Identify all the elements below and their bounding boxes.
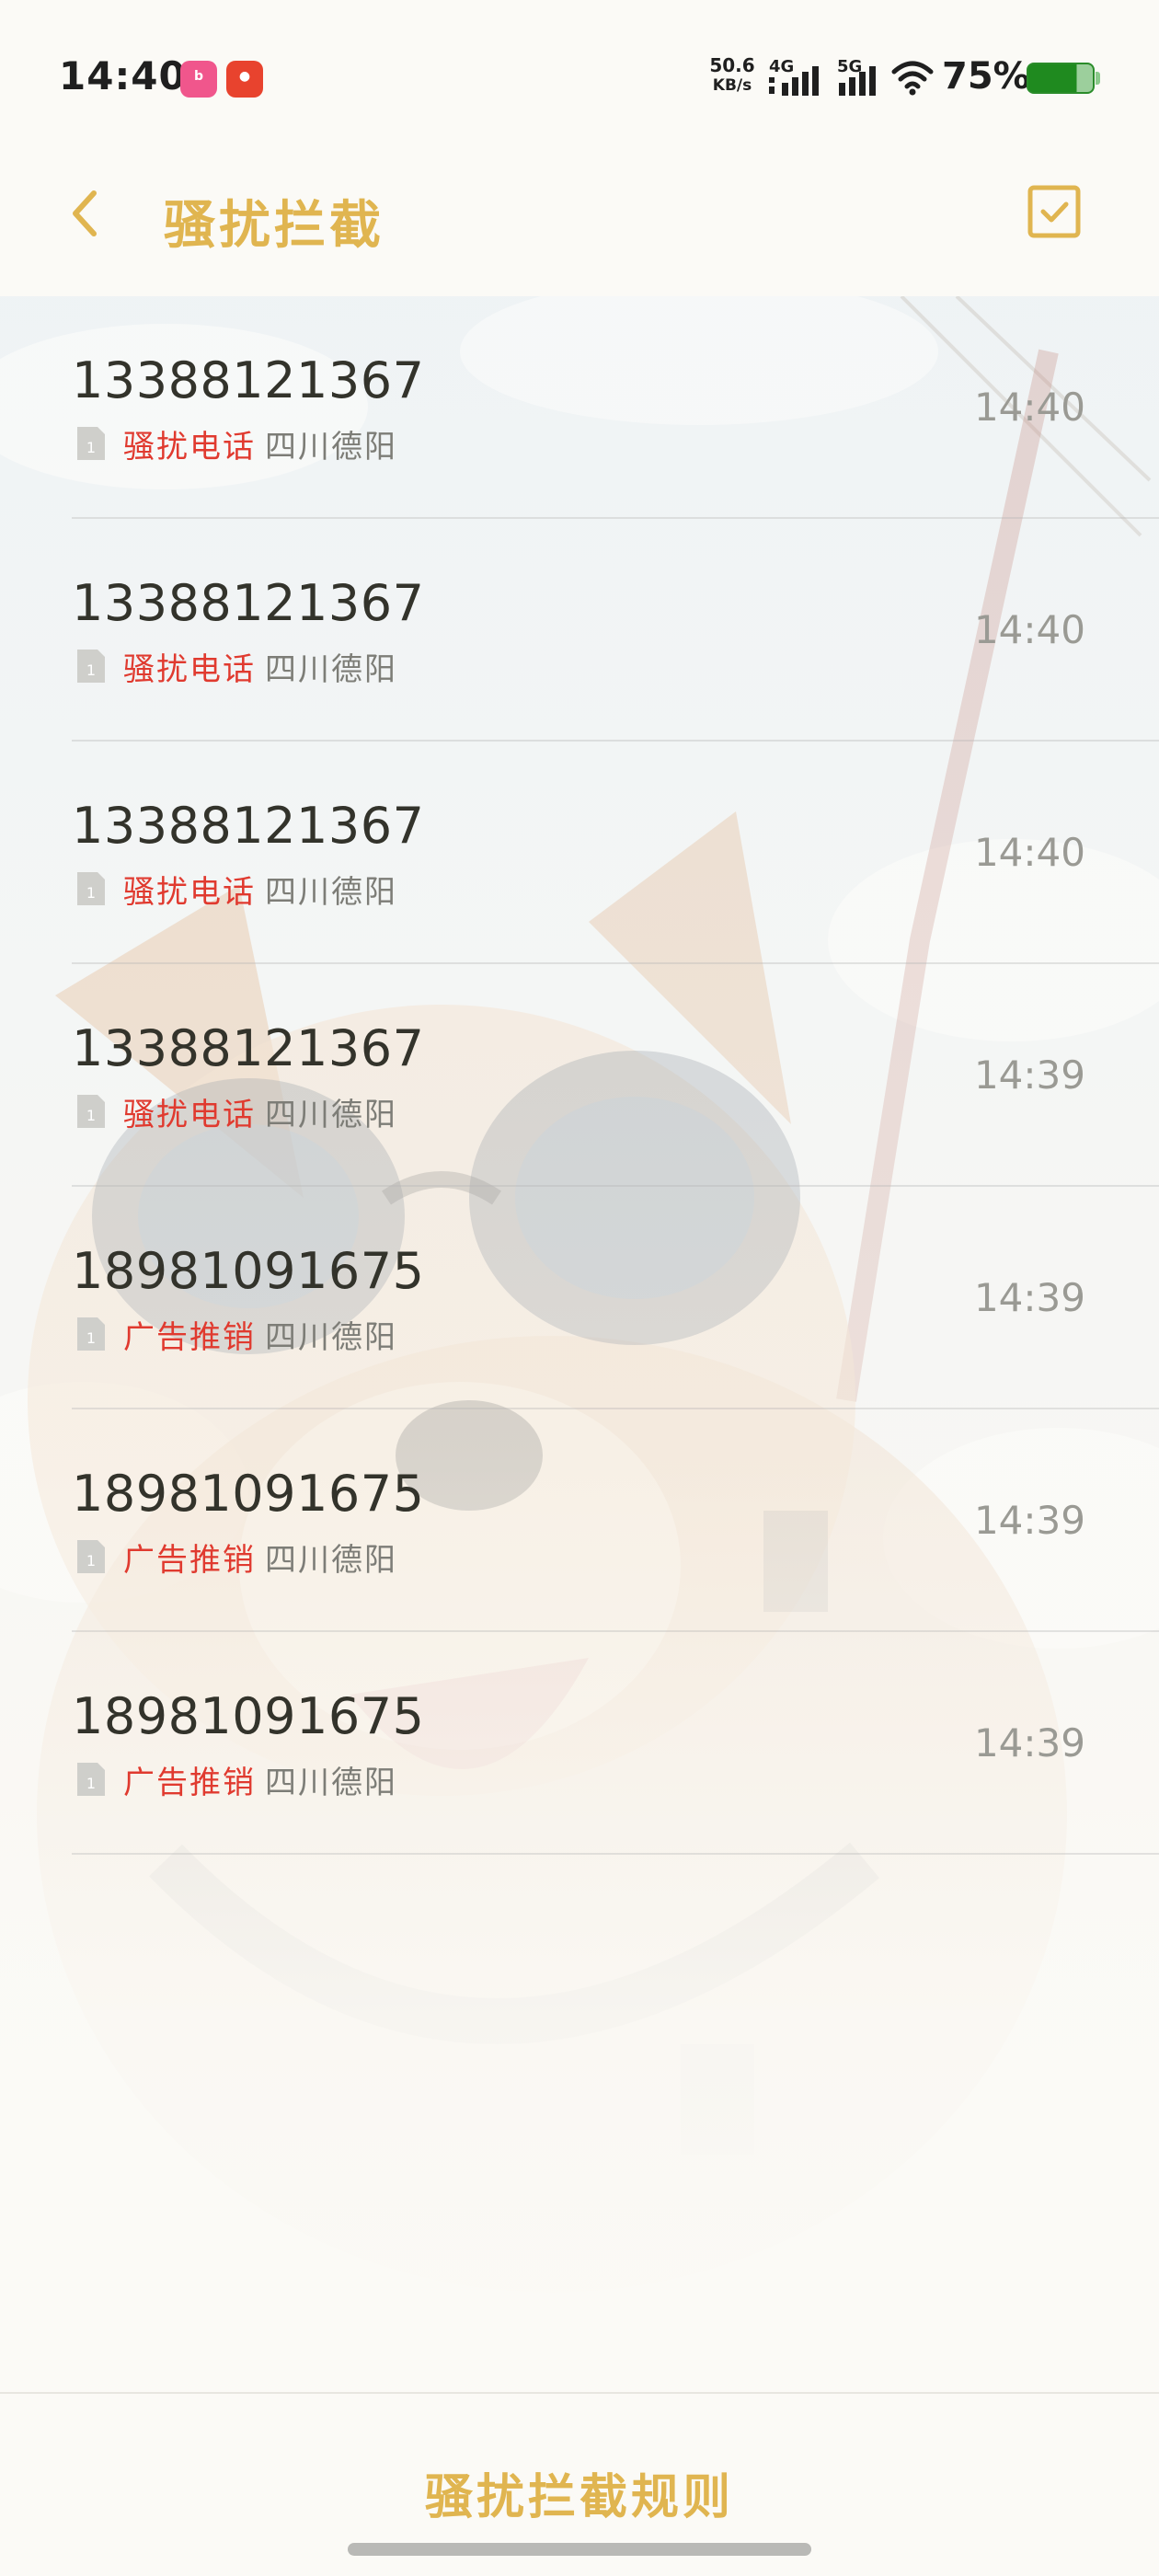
phone-number: 13388121367 (72, 574, 425, 632)
call-tag: 骚扰电话 (123, 874, 256, 911)
checkbox-icon (1027, 185, 1081, 238)
sim-card-icon: 1 (77, 1317, 105, 1351)
sim2-signal-icon (839, 66, 876, 96)
sim-slot-number: 1 (86, 1552, 96, 1570)
call-time: 14:40 (973, 385, 1085, 430)
home-indicator[interactable] (348, 2543, 811, 2556)
red-app-icon: ● (226, 61, 263, 98)
status-time: 14:40 (59, 53, 187, 98)
call-tag: 广告推销 (123, 1765, 256, 1801)
sim-card-icon: 1 (77, 650, 105, 683)
battery-percent: 75% (942, 55, 1030, 98)
call-time: 14:39 (973, 1720, 1085, 1765)
call-location: 四川德阳 (265, 874, 397, 911)
battery-nub (1096, 72, 1100, 85)
sim-card-icon: 1 (77, 1540, 105, 1573)
call-list-item[interactable]: 18981091675 1 广告推销 四川德阳 14:39 (0, 1409, 1159, 1632)
bilibili-app-icon: b (180, 61, 217, 98)
call-list-item[interactable]: 13388121367 1 骚扰电话 四川德阳 14:39 (0, 964, 1159, 1187)
network-speed: 50.6 KB/s (706, 55, 758, 96)
network-speed-unit: KB/s (712, 76, 752, 95)
call-tag: 广告推销 (123, 1319, 256, 1356)
call-list-item[interactable]: 18981091675 1 广告推销 四川德阳 14:39 (0, 1632, 1159, 1855)
bottom-bar: 骚扰拦截规则 (0, 2392, 1159, 2576)
sim-slot-number: 1 (86, 884, 96, 902)
phone-number: 13388121367 (72, 351, 425, 409)
call-list-item[interactable]: 13388121367 1 骚扰电话 四川德阳 14:40 (0, 742, 1159, 964)
call-time: 14:39 (973, 1275, 1085, 1320)
sim-card-icon: 1 (77, 1095, 105, 1128)
row-divider (72, 1853, 1159, 1855)
call-list-item[interactable]: 13388121367 1 骚扰电话 四川德阳 14:40 (0, 519, 1159, 742)
call-tag: 骚扰电话 (123, 429, 256, 466)
call-tag: 骚扰电话 (123, 651, 256, 688)
network-speed-value: 50.6 (709, 54, 755, 76)
phone-number: 18981091675 (72, 1465, 425, 1523)
call-time: 14:39 (973, 1498, 1085, 1543)
blocked-call-list: 13388121367 1 骚扰电话 四川德阳 14:40 13388121367 1 骚扰电… (0, 296, 1159, 1855)
call-time: 14:40 (973, 607, 1085, 652)
call-list-item[interactable]: 18981091675 1 广告推销 四川德阳 14:39 (0, 1187, 1159, 1409)
call-location: 四川德阳 (265, 1097, 397, 1133)
wifi-icon (891, 61, 934, 96)
phone-screen: 14:40 b ● 50.6 KB/s 4G 5G 75% 骚扰拦截 13388… (0, 0, 1159, 2576)
back-button[interactable] (63, 180, 114, 247)
call-location: 四川德阳 (265, 1319, 397, 1356)
harassment-rules-button[interactable]: 骚扰拦截规则 (0, 2458, 1159, 2527)
phone-number: 18981091675 (72, 1687, 425, 1745)
phone-number: 13388121367 (72, 1019, 425, 1077)
sim-card-icon: 1 (77, 872, 105, 905)
sim-slot-number: 1 (86, 439, 96, 456)
phone-number: 18981091675 (72, 1242, 425, 1300)
status-bar: 14:40 b ● 50.6 KB/s 4G 5G 75% (0, 0, 1159, 156)
call-location: 四川德阳 (265, 651, 397, 688)
call-location: 四川德阳 (265, 1542, 397, 1579)
sim-slot-number: 1 (86, 1775, 96, 1792)
call-list-item[interactable]: 13388121367 1 骚扰电话 四川德阳 14:40 (0, 296, 1159, 519)
phone-number: 13388121367 (72, 797, 425, 855)
sim-slot-number: 1 (86, 1329, 96, 1347)
call-time: 14:40 (973, 830, 1085, 875)
sim-card-icon: 1 (77, 427, 105, 460)
sim1-signal-icon (769, 66, 819, 96)
sim-slot-number: 1 (86, 661, 96, 679)
chevron-left-icon (73, 190, 97, 236)
call-tag: 骚扰电话 (123, 1097, 256, 1133)
app-header: 骚扰拦截 (0, 156, 1159, 296)
sim-slot-number: 1 (86, 1107, 96, 1124)
page-title: 骚扰拦截 (164, 196, 384, 256)
call-location: 四川德阳 (265, 429, 397, 466)
sim-card-icon: 1 (77, 1763, 105, 1796)
call-location: 四川德阳 (265, 1765, 397, 1801)
call-tag: 广告推销 (123, 1542, 256, 1579)
select-button[interactable] (1027, 184, 1082, 239)
call-time: 14:39 (973, 1052, 1085, 1098)
battery-icon (1027, 63, 1095, 94)
